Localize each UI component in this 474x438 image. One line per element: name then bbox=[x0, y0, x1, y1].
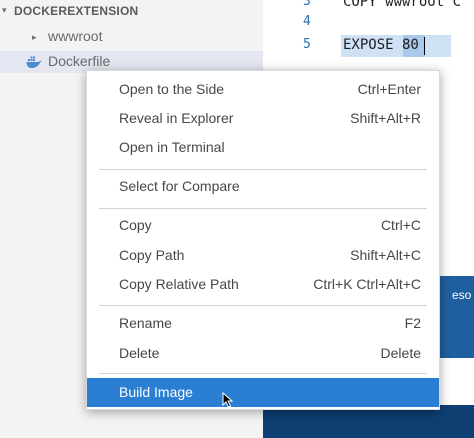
notification-text: eso bbox=[452, 288, 472, 302]
explorer-section-header[interactable]: DOCKEREXTENSION bbox=[14, 4, 138, 22]
line-number: 4 bbox=[303, 14, 311, 29]
tree-item-label: wwwroot bbox=[48, 28, 103, 44]
menu-item-rename[interactable]: Rename F2 bbox=[87, 309, 439, 338]
line-number: 3 bbox=[303, 0, 311, 9]
menu-separator bbox=[99, 169, 427, 170]
menu-item-shortcut: Ctrl+C bbox=[380, 217, 421, 233]
menu-item-shortcut: Shift+Alt+R bbox=[350, 110, 421, 126]
menu-item-copy-path[interactable]: Copy Path Shift+Alt+C bbox=[87, 241, 439, 270]
menu-item-shortcut: Delete bbox=[380, 345, 421, 361]
menu-item-label: Rename bbox=[119, 315, 172, 331]
chevron-down-icon[interactable]: ▾ bbox=[2, 7, 10, 16]
menu-item-label: Open in Terminal bbox=[119, 139, 225, 155]
menu-item-shortcut: F2 bbox=[404, 315, 421, 331]
menu-item-label: Delete bbox=[119, 345, 160, 361]
line-code: EXPOSE 80 bbox=[343, 37, 419, 53]
menu-item-label: Build Image bbox=[119, 384, 193, 400]
menu-item-label: Reveal in Explorer bbox=[119, 110, 234, 126]
menu-separator bbox=[99, 305, 427, 306]
menu-separator bbox=[99, 208, 427, 209]
editor-line[interactable]: 5 EXPOSE 80 bbox=[263, 35, 474, 57]
context-menu: Open to the Side Ctrl+Enter Reveal in Ex… bbox=[86, 70, 440, 410]
menu-item-copy-relative-path[interactable]: Copy Relative Path Ctrl+K Ctrl+Alt+C bbox=[87, 270, 439, 299]
menu-item-build-image[interactable]: Build Image bbox=[87, 378, 439, 407]
mouse-pointer-icon bbox=[222, 392, 234, 408]
chevron-right-icon: ▸ bbox=[32, 32, 37, 42]
line-code: COPY wwwroot C bbox=[343, 0, 462, 10]
docker-whale-icon bbox=[26, 56, 42, 68]
menu-item-open-in-terminal[interactable]: Open in Terminal bbox=[87, 133, 439, 162]
editor-line[interactable]: 4 bbox=[263, 12, 474, 34]
menu-item-shortcut: Ctrl+Enter bbox=[357, 81, 421, 97]
line-number: 5 bbox=[303, 37, 311, 52]
menu-item-label: Copy Relative Path bbox=[119, 276, 239, 292]
menu-item-label: Select for Compare bbox=[119, 178, 240, 194]
menu-item-label: Open to the Side bbox=[119, 81, 225, 97]
menu-item-select-for-compare[interactable]: Select for Compare bbox=[87, 172, 439, 201]
menu-item-shortcut: Shift+Alt+C bbox=[350, 247, 421, 263]
tree-item-wwwroot[interactable]: ▸ wwwroot bbox=[0, 26, 263, 48]
menu-item-label: Copy bbox=[119, 217, 152, 233]
menu-item-open-to-side[interactable]: Open to the Side Ctrl+Enter bbox=[87, 75, 439, 104]
text-cursor bbox=[424, 37, 425, 55]
tree-item-label: Dockerfile bbox=[48, 53, 111, 69]
menu-item-copy[interactable]: Copy Ctrl+C bbox=[87, 211, 439, 240]
menu-item-delete[interactable]: Delete Delete bbox=[87, 339, 439, 368]
menu-item-label: Copy Path bbox=[119, 247, 185, 263]
menu-separator bbox=[99, 373, 427, 374]
menu-item-shortcut: Ctrl+K Ctrl+Alt+C bbox=[313, 276, 421, 292]
menu-item-reveal-in-explorer[interactable]: Reveal in Explorer Shift+Alt+R bbox=[87, 104, 439, 133]
